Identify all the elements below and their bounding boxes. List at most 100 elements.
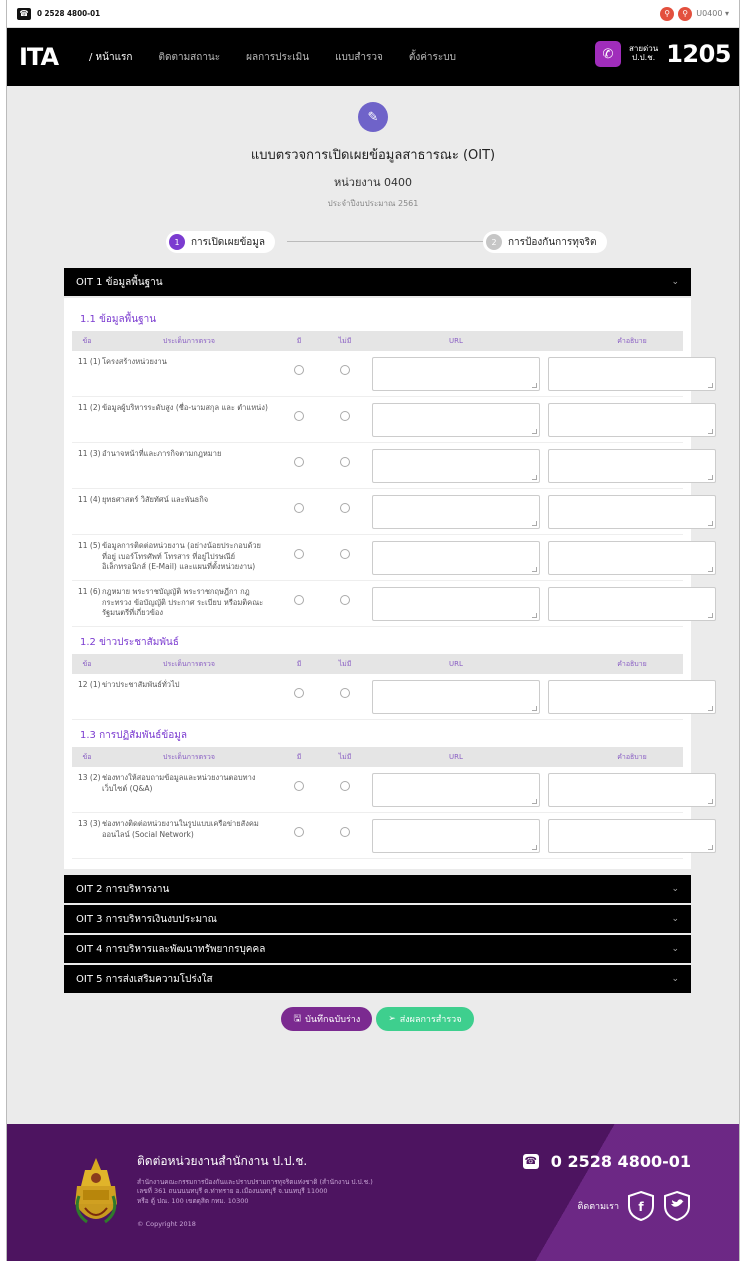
no-radio[interactable]: [340, 503, 350, 513]
accordion-oit1[interactable]: OIT 1 ข้อมูลพื้นฐาน ⌄: [64, 268, 691, 296]
stepper-line: [287, 241, 489, 242]
col-yes: มี: [296, 660, 302, 668]
no-radio[interactable]: [340, 688, 350, 698]
note-textarea[interactable]: [548, 587, 716, 621]
yes-radio[interactable]: [294, 411, 304, 421]
no-radio[interactable]: [340, 781, 350, 791]
accordion-title: OIT 4 การบริหารและพัฒนาทรัพยากรบุคคล: [76, 943, 266, 955]
facebook-icon[interactable]: f: [627, 1190, 655, 1222]
note-textarea[interactable]: [548, 495, 716, 529]
yes-radio[interactable]: [294, 549, 304, 559]
note-textarea[interactable]: [548, 773, 716, 807]
user-menu[interactable]: U0400 ▾: [696, 9, 729, 18]
yes-radio[interactable]: [294, 827, 304, 837]
url-textarea[interactable]: [372, 541, 540, 575]
yes-radio[interactable]: [294, 688, 304, 698]
url-textarea[interactable]: [372, 403, 540, 437]
row-description: ยุทธศาสตร์ วิสัยทัศน์ และพันธกิจ: [102, 495, 209, 504]
alert-icon[interactable]: ⚲: [660, 6, 675, 21]
step-disclosure[interactable]: 1 การเปิดเผยข้อมูล: [166, 231, 275, 253]
save-draft-label: บันทึกฉบับร่าง: [305, 1015, 361, 1025]
chevron-down-icon[interactable]: ⌄: [671, 884, 679, 894]
col-note: คำอธิบาย: [617, 753, 647, 761]
accordion-oit5[interactable]: OIT 5 การส่งเสริมความโปร่งใส ⌄: [64, 965, 691, 993]
url-textarea[interactable]: [372, 680, 540, 714]
save-draft-button[interactable]: 🖫 บันทึกฉบับร่าง: [281, 1007, 373, 1031]
no-radio[interactable]: [340, 365, 350, 375]
no-radio[interactable]: [340, 457, 350, 467]
nav-tracking[interactable]: ติดตามสถานะ: [158, 50, 220, 65]
no-radio[interactable]: [340, 827, 350, 837]
accordion-title: OIT 2 การบริหารงาน: [76, 883, 170, 895]
url-textarea[interactable]: [372, 819, 540, 853]
col-item: ประเด็นการตรวจ: [163, 753, 215, 761]
note-textarea[interactable]: [548, 403, 716, 437]
accordion-oit3[interactable]: OIT 3 การบริหารเงินงบประมาณ ⌄: [64, 905, 691, 933]
url-textarea[interactable]: [372, 773, 540, 807]
no-radio[interactable]: [340, 411, 350, 421]
footer: ติดต่อหน่วยงานสำนักงาน ป.ป.ช. สำนักงานคณ…: [7, 1124, 739, 1261]
user-area[interactable]: ⚲ ⚲ U0400 ▾: [660, 6, 729, 21]
section-title: 1.1 ข้อมูลพื้นฐาน: [80, 314, 157, 325]
twitter-icon[interactable]: [663, 1190, 691, 1222]
accordion-oit2[interactable]: OIT 2 การบริหารงาน ⌄: [64, 875, 691, 903]
col-url: URL: [449, 337, 463, 345]
table-header: ข้อ ประเด็นการตรวจ มี ไม่มี URL คำอธิบาย: [72, 654, 683, 674]
accordion-oit4[interactable]: OIT 4 การบริหารและพัฒนาทรัพยากรบุคคล ⌄: [64, 935, 691, 963]
pencil-icon: ✎: [358, 102, 388, 132]
yes-radio[interactable]: [294, 503, 304, 513]
no-cell: [322, 680, 368, 698]
address-line-3: หรือ ตู้ ปณ. 100 เขตดุสิต กทม. 10300: [137, 1196, 249, 1205]
fiscal-year: ประจำปีงบประมาณ 2561: [327, 199, 419, 208]
no-cell: [322, 403, 368, 421]
yes-radio[interactable]: [294, 365, 304, 375]
nacc-emblem-icon: [75, 1158, 117, 1224]
yes-radio[interactable]: [294, 781, 304, 791]
col-url: URL: [449, 753, 463, 761]
col-note: คำอธิบาย: [617, 660, 647, 668]
yes-cell: [276, 403, 322, 421]
yes-radio[interactable]: [294, 457, 304, 467]
url-textarea[interactable]: [372, 357, 540, 391]
notification-icon[interactable]: ⚲: [678, 6, 693, 21]
row-description: โครงสร้างหน่วยงาน: [102, 357, 167, 366]
phone-icon: ☎: [522, 1154, 539, 1169]
nav-home[interactable]: / หน้าแรก: [89, 50, 132, 65]
chevron-down-icon[interactable]: ⌄: [671, 944, 679, 954]
nav-settings[interactable]: ตั้งค่าระบบ: [409, 50, 456, 65]
url-textarea[interactable]: [372, 449, 540, 483]
yes-radio[interactable]: [294, 595, 304, 605]
accordion-title: OIT 3 การบริหารเงินงบประมาณ: [76, 913, 217, 925]
brand-logo[interactable]: ITA: [19, 43, 89, 71]
footer-title: ติดต่อหน่วยงานสำนักงาน ป.ป.ช.: [137, 1154, 308, 1168]
submit-survey-button[interactable]: ➢ ส่งผลการสำรวจ: [376, 1007, 474, 1031]
note-textarea[interactable]: [548, 357, 716, 391]
chevron-down-icon[interactable]: ⌄: [671, 277, 679, 287]
send-icon: ➢: [388, 1014, 396, 1024]
step-prevention[interactable]: 2 การป้องกันการทุจริต: [483, 231, 607, 253]
note-textarea[interactable]: [548, 541, 716, 575]
chevron-down-icon[interactable]: ⌄: [671, 974, 679, 984]
url-textarea[interactable]: [372, 495, 540, 529]
col-no-have: ไม่มี: [338, 660, 352, 668]
other-sections: OIT 2 การบริหารงาน ⌄ OIT 3 การบริหารเงินงบ…: [64, 875, 691, 993]
footer-address: สำนักงานคณะกรรมการป้องกันและปราบปรามการท…: [137, 1178, 407, 1206]
row-description: ข้อมูลผู้บริหารระดับสูง (ชื่อ-นามสกุล แล…: [102, 403, 268, 412]
row-description: ข่าวประชาสัมพันธ์ทั่วไป: [102, 680, 180, 689]
note-textarea[interactable]: [548, 819, 716, 853]
follow-label: ติดตามเรา: [577, 1202, 619, 1212]
page-header: ✎ แบบตรวจการเปิดเผยข้อมูลสาธารณะ (OIT) ห…: [7, 86, 739, 210]
note-textarea[interactable]: [548, 680, 716, 714]
url-textarea[interactable]: [372, 587, 540, 621]
nav-results[interactable]: ผลการประเมิน: [246, 50, 309, 65]
section-title: 1.2 ข่าวประชาสัมพันธ์: [80, 637, 179, 648]
no-radio[interactable]: [340, 595, 350, 605]
no-radio[interactable]: [340, 549, 350, 559]
row-code: 12 (1): [78, 680, 101, 689]
nav-survey[interactable]: แบบสำรวจ: [335, 50, 383, 65]
table-row: 11 (3) อำนาจหน้าที่และภารกิจตามกฎหมาย: [72, 443, 716, 489]
note-textarea[interactable]: [548, 449, 716, 483]
copyright: © Copyright 2018: [137, 1220, 196, 1228]
chevron-down-icon[interactable]: ⌄: [671, 914, 679, 924]
col-yes: มี: [296, 337, 302, 345]
